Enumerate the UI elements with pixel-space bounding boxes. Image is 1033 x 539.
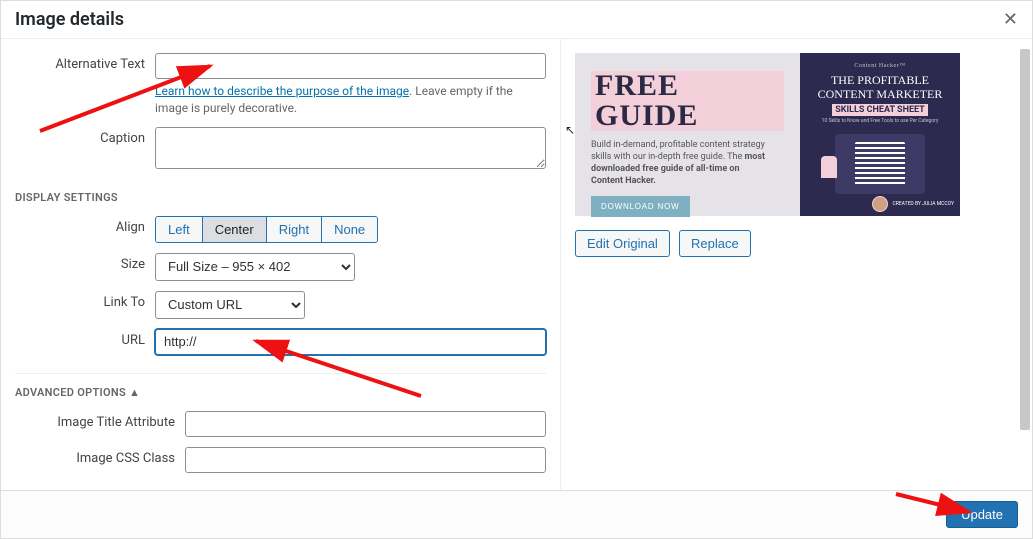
preview-brandmark: Content Hacker™ [854,63,905,69]
preview-headline: FREE GUIDE [591,71,784,131]
display-settings-header: DISPLAY SETTINGS [15,191,546,204]
caption-input[interactable] [155,127,546,169]
link-to-label: Link To [15,291,155,310]
edit-original-button[interactable]: Edit Original [575,230,670,257]
size-select[interactable]: Full Size – 955 × 402 [155,253,355,281]
caret-up-icon: ▲ [129,386,140,399]
preview-subcopy: Build in-demand, profitable content stra… [591,139,771,188]
url-input[interactable] [155,329,546,355]
caption-label: Caption [15,127,155,146]
url-label: URL [15,329,155,348]
alt-help-link[interactable]: Learn how to describe the purpose of the… [155,84,409,98]
align-group: Left Center Right None [155,216,378,243]
alt-text-help: Learn how to describe the purpose of the… [155,83,546,117]
preview-book-title: THE PROFITABLE CONTENT MARKETER [818,73,943,102]
preview-book-bar: SKILLS CHEAT SHEET [832,104,928,116]
close-button[interactable]: ✕ [1003,9,1018,30]
image-css-label: Image CSS Class [15,447,185,466]
align-none-button[interactable]: None [322,217,377,242]
replace-button[interactable]: Replace [679,230,751,257]
preview-illustration [835,134,925,194]
preview-panel: ↖ FREE GUIDE Build in-demand, profitable… [561,39,1032,490]
align-center-button[interactable]: Center [203,217,267,242]
align-left-button[interactable]: Left [156,217,203,242]
cursor-icon: ↖ [565,123,575,137]
right-scrollbar[interactable] [1020,49,1030,430]
link-to-select[interactable]: Custom URL [155,291,305,319]
alt-text-input[interactable] [155,53,546,79]
advanced-options-header[interactable]: ADVANCED OPTIONS ▲ [15,373,546,399]
preview-book-tiny: 10 Skills to Know and Free Tools to use … [822,118,939,124]
image-title-input[interactable] [185,411,546,437]
dialog-title: Image details [15,9,124,30]
preview-avatar [872,196,888,212]
image-title-label: Image Title Attribute [15,411,185,430]
update-button[interactable]: Update [946,501,1018,528]
settings-panel: Alternative Text Learn how to describe t… [1,39,561,490]
size-label: Size [15,253,155,272]
preview-cta: DOWNLOAD NOW [591,196,690,217]
alt-text-label: Alternative Text [15,53,155,72]
image-preview: ↖ FREE GUIDE Build in-demand, profitable… [575,53,960,216]
preview-avatar-text: CREATED BY JULIA MCCOY [892,202,954,207]
image-css-input[interactable] [185,447,546,473]
align-label: Align [15,216,155,235]
align-right-button[interactable]: Right [267,217,322,242]
